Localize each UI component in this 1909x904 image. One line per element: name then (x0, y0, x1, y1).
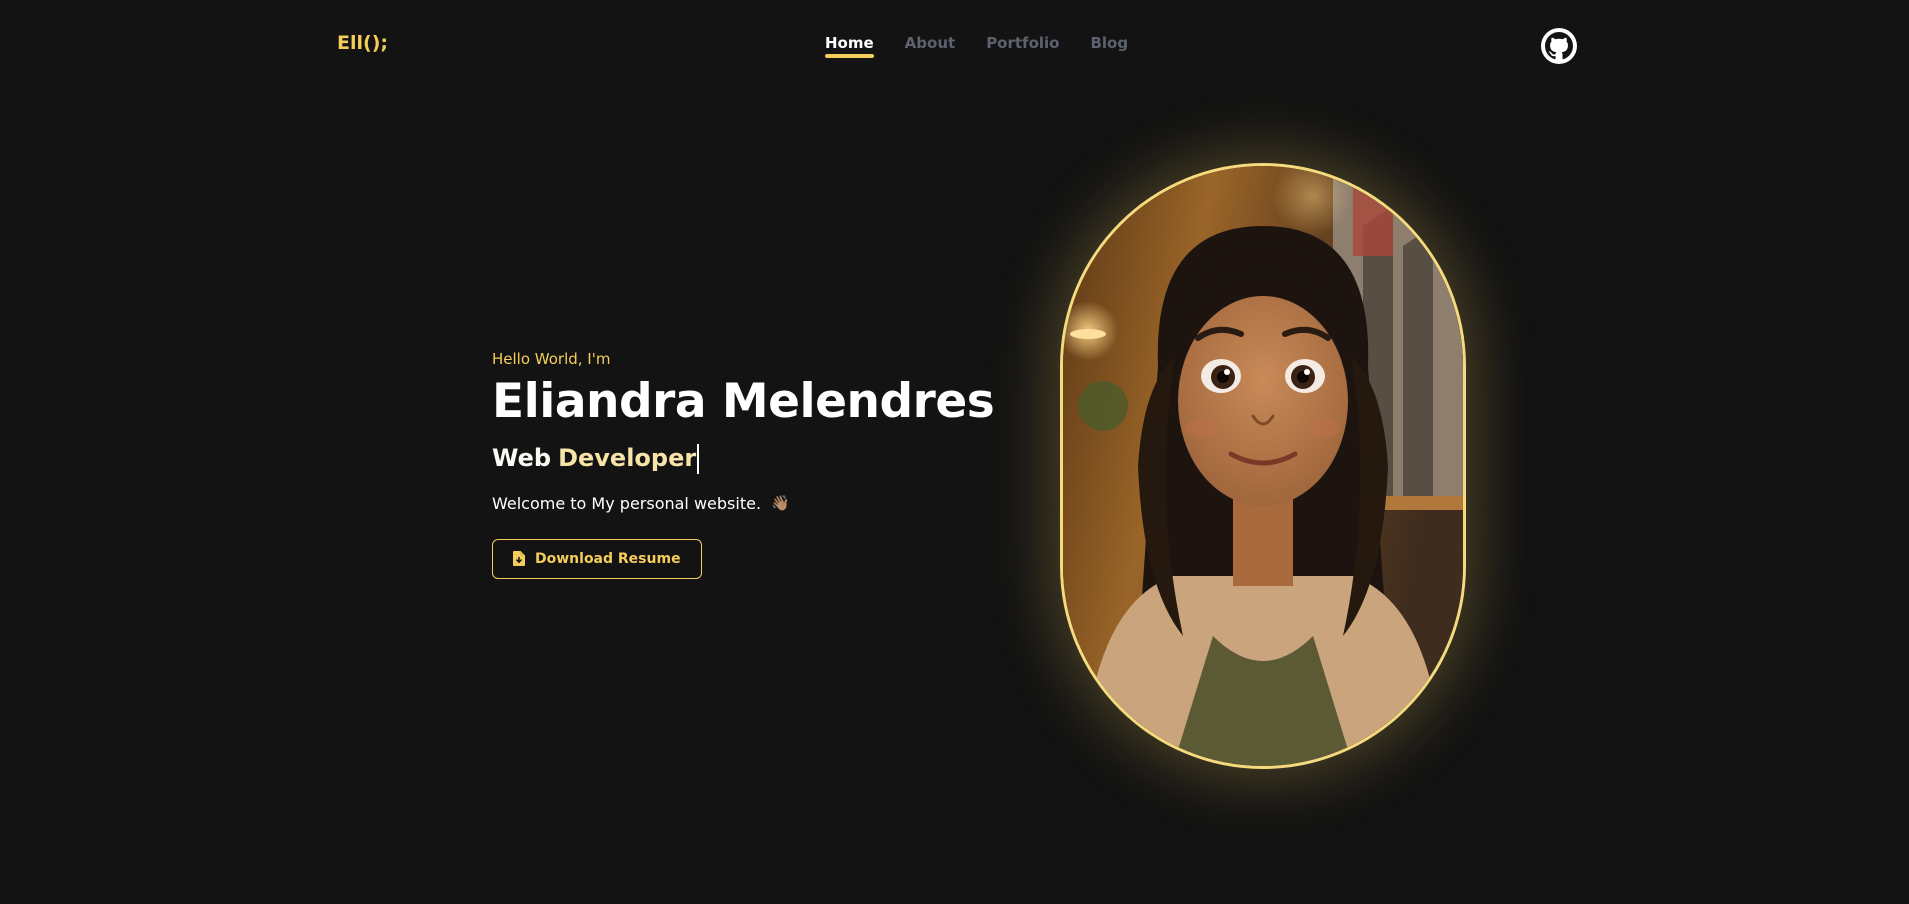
file-download-icon (513, 551, 525, 567)
welcome-text: Welcome to My personal website. (492, 493, 762, 513)
main-nav: Home About Portfolio Blog (825, 34, 1128, 58)
typing-caret (697, 443, 700, 474)
waving-hand-icon: 👋🏽 (771, 494, 790, 513)
download-resume-button[interactable]: Download Resume (492, 538, 702, 579)
welcome-message: Welcome to My personal website. 👋🏽 (492, 494, 1052, 513)
nav-item-portfolio[interactable]: Portfolio (986, 34, 1059, 58)
github-icon (1545, 32, 1573, 60)
role-prefix: Web (492, 444, 552, 473)
hero-section: Hello World, I'm Eliandra Melendres Web … (492, 350, 1052, 579)
hero-name: Eliandra Melendres (492, 374, 995, 429)
portrait-illustration (1063, 166, 1463, 766)
github-link[interactable] (1541, 28, 1577, 64)
role-typed-word: Developer (558, 444, 697, 473)
site-logo[interactable]: Ell(); (337, 32, 388, 54)
nav-item-blog[interactable]: Blog (1090, 34, 1128, 58)
hero-role: Web Developer (492, 443, 1052, 474)
nav-item-home[interactable]: Home (825, 34, 874, 58)
portrait-frame (1063, 166, 1463, 766)
download-resume-label: Download Resume (535, 550, 681, 567)
nav-item-about[interactable]: About (905, 34, 956, 58)
home-page: Ell(); Home About Portfolio Blog Hello W… (0, 0, 1909, 904)
hero-greeting: Hello World, I'm (492, 350, 611, 368)
